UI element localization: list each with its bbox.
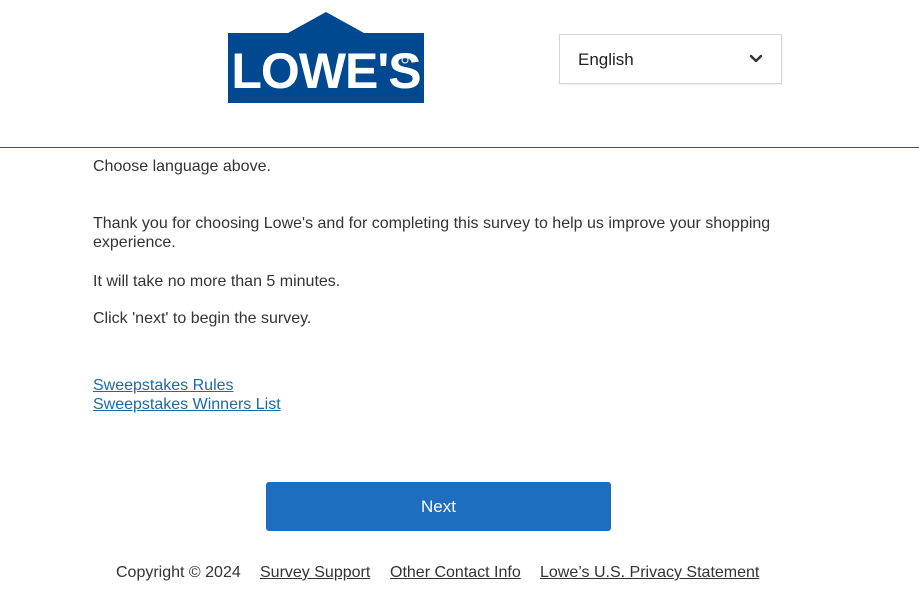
survey-support-link[interactable]: Survey Support xyxy=(260,563,370,582)
other-contact-info-link[interactable]: Other Contact Info xyxy=(390,563,521,582)
page-header: LOWE'S English xyxy=(0,0,919,148)
sweepstakes-links: Sweepstakes Rules Sweepstakes Winners Li… xyxy=(93,376,281,414)
language-select[interactable]: English xyxy=(559,34,782,84)
next-button[interactable]: Next xyxy=(266,482,611,531)
lowes-logo: LOWE'S xyxy=(228,12,424,103)
language-select-value: English xyxy=(578,50,634,69)
instruction-text: Click 'next' to begin the survey. xyxy=(93,310,312,327)
duration-text: It will take no more than 5 minutes. xyxy=(93,273,341,290)
thank-you-text: Thank you for choosing Lowe's and for co… xyxy=(93,215,771,251)
logo-text: LOWE'S xyxy=(231,43,420,99)
chevron-down-icon xyxy=(749,54,763,63)
privacy-statement-link[interactable]: Lowe’s U.S. Privacy Statement xyxy=(540,563,759,582)
page-footer: Copyright © 2024 Survey Support Other Co… xyxy=(0,563,919,585)
copyright-text: Copyright © 2024 xyxy=(116,564,241,581)
choose-language-text: Choose language above. xyxy=(93,158,271,175)
sweepstakes-rules-link[interactable]: Sweepstakes Rules xyxy=(93,376,281,395)
sweepstakes-winners-link[interactable]: Sweepstakes Winners List xyxy=(93,395,281,414)
